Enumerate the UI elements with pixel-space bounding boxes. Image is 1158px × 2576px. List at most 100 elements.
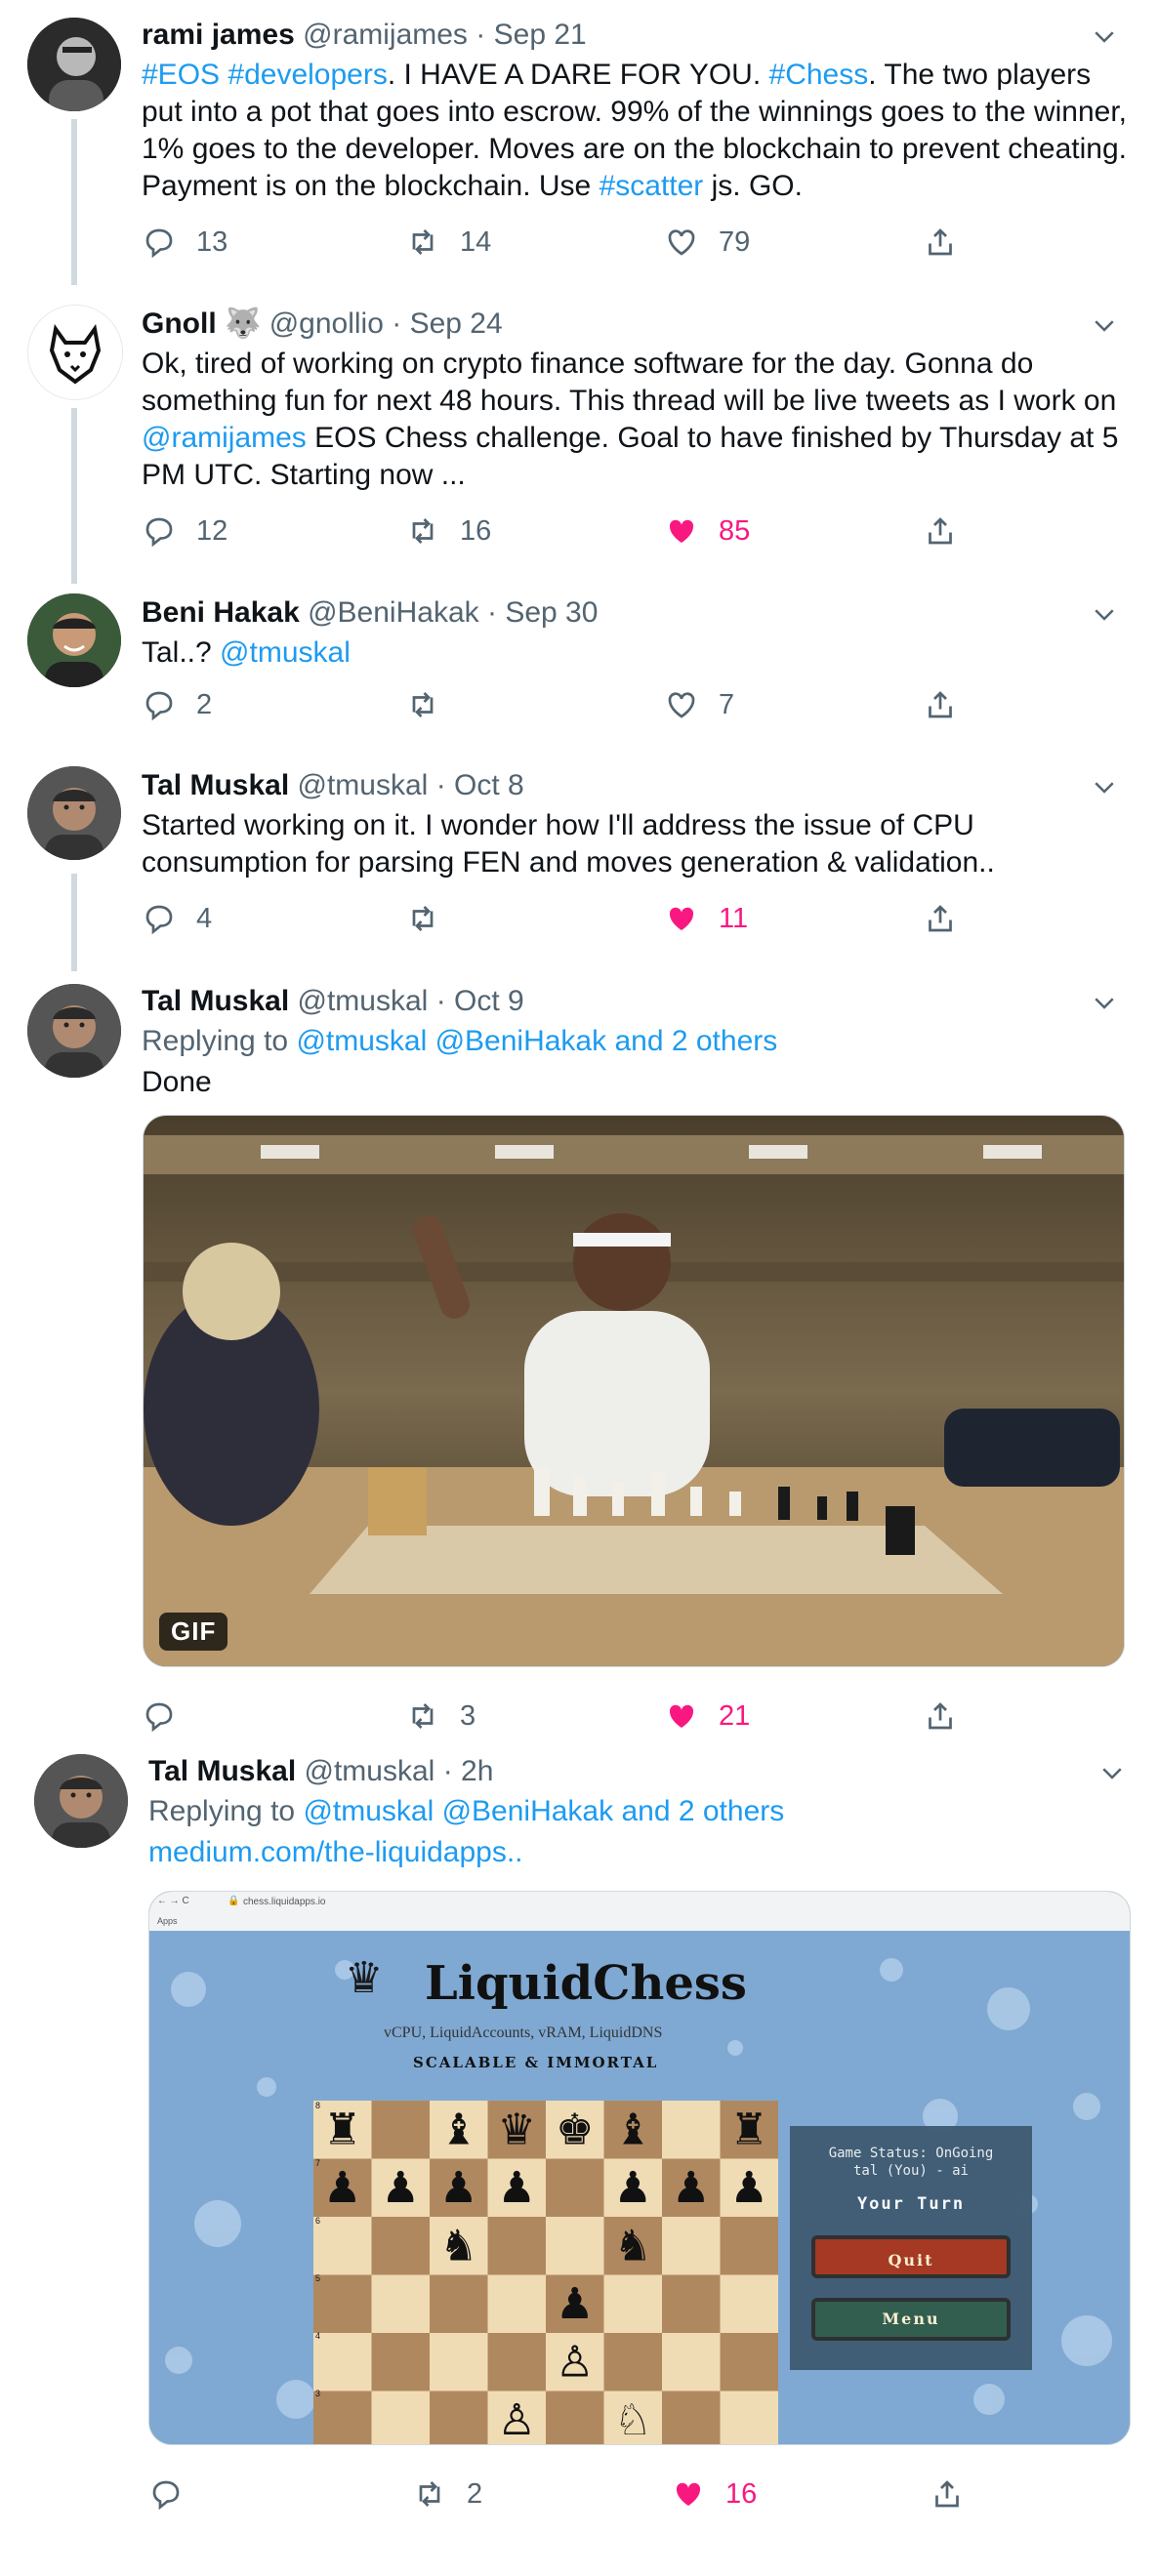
chevron-down-icon[interactable] — [1090, 988, 1119, 1017]
board-square[interactable] — [430, 2391, 488, 2445]
gif-media[interactable]: GIF — [143, 1115, 1125, 1667]
board-square[interactable] — [603, 2333, 663, 2392]
board-square[interactable] — [662, 2333, 721, 2392]
board-square[interactable] — [662, 2274, 721, 2334]
avatar[interactable] — [27, 984, 121, 1078]
board-square[interactable] — [720, 2274, 779, 2334]
share-button[interactable] — [923, 1697, 977, 1736]
chess-piece-icon[interactable]: ♘ — [614, 2395, 652, 2444]
board-square[interactable] — [371, 2217, 431, 2275]
board-square[interactable] — [313, 2333, 372, 2392]
share-button[interactable] — [923, 685, 977, 724]
author-handle[interactable]: @tmuskal — [298, 985, 429, 1017]
replying-to-link[interactable]: @tmuskal @BeniHakak and 2 others — [303, 1795, 784, 1827]
chess-piece-icon[interactable]: ♜ — [730, 2106, 768, 2155]
board-square[interactable] — [720, 2333, 779, 2392]
retweet-button[interactable]: 2 — [412, 2474, 482, 2514]
author-handle[interactable]: @BeniHakak — [308, 596, 479, 629]
avatar[interactable] — [27, 766, 121, 860]
author-handle[interactable]: @ramijames — [303, 19, 468, 51]
chess-piece-icon[interactable]: ♛ — [498, 2106, 536, 2155]
board-square[interactable] — [662, 2217, 721, 2275]
reply-button[interactable] — [142, 1697, 196, 1736]
menu-button[interactable]: Menu — [811, 2298, 1011, 2341]
chess-piece-icon[interactable]: ♟ — [672, 2163, 710, 2213]
author-name[interactable]: Beni Hakak — [142, 596, 300, 629]
board-square[interactable] — [662, 2391, 721, 2445]
reply-button[interactable]: 13 — [142, 223, 227, 262]
board-square[interactable] — [313, 2391, 372, 2445]
board-square[interactable] — [313, 2217, 372, 2275]
tweet-date[interactable]: Sep 24 — [410, 307, 503, 340]
hashtag-link[interactable]: #Chess — [769, 59, 869, 91]
board-square[interactable] — [546, 2391, 604, 2445]
reply-button[interactable]: 12 — [142, 511, 227, 551]
author-name[interactable]: Tal Muskal — [142, 769, 289, 801]
medium-link[interactable]: medium.com/the-liquidapps.. — [148, 1836, 523, 1868]
author-handle[interactable]: @tmuskal — [298, 769, 429, 801]
author-handle[interactable]: @tmuskal — [305, 1755, 435, 1787]
board-square[interactable] — [720, 2217, 779, 2275]
like-button[interactable]: 85 — [664, 511, 750, 551]
tweet-date[interactable]: Sep 30 — [505, 596, 598, 629]
chevron-down-icon[interactable] — [1097, 1758, 1127, 1787]
tweet-date[interactable]: Sep 21 — [494, 19, 587, 51]
board-square[interactable] — [371, 2101, 431, 2159]
avatar[interactable] — [27, 593, 121, 687]
chess-piece-icon[interactable]: ♟ — [498, 2163, 536, 2213]
author-name[interactable]: rami james — [142, 19, 295, 51]
hashtag-link[interactable]: #developers — [227, 59, 387, 91]
chess-piece-icon[interactable]: ♝ — [439, 2106, 477, 2155]
author-name[interactable]: Gnoll — [142, 307, 217, 340]
retweet-button[interactable] — [405, 685, 460, 724]
chevron-down-icon[interactable] — [1090, 772, 1119, 801]
mention-link[interactable]: @ramijames — [142, 422, 307, 454]
share-button[interactable] — [923, 223, 977, 262]
share-button[interactable] — [923, 899, 977, 938]
like-button[interactable]: 21 — [664, 1697, 750, 1736]
share-button[interactable] — [923, 511, 977, 551]
chess-piece-icon[interactable]: ♞ — [439, 2222, 477, 2271]
chess-piece-icon[interactable]: ♟ — [556, 2279, 594, 2329]
like-button[interactable]: 11 — [664, 899, 748, 938]
chess-piece-icon[interactable]: ♟ — [439, 2163, 477, 2213]
chess-piece-icon[interactable]: ♚ — [556, 2106, 594, 2155]
avatar[interactable] — [27, 305, 123, 400]
avatar[interactable] — [27, 18, 121, 111]
tweet-date[interactable]: Oct 9 — [454, 985, 524, 1017]
board-square[interactable] — [720, 2391, 779, 2445]
like-button[interactable]: 7 — [664, 685, 734, 724]
chevron-down-icon[interactable] — [1090, 21, 1119, 51]
board-square[interactable] — [430, 2274, 488, 2334]
avatar[interactable] — [34, 1754, 128, 1848]
hashtag-link[interactable]: #scatter — [600, 170, 704, 202]
chess-piece-icon[interactable]: ♞ — [614, 2222, 652, 2271]
retweet-button[interactable]: 3 — [405, 1697, 476, 1736]
reply-button[interactable]: 4 — [142, 899, 212, 938]
hashtag-link[interactable]: #EOS — [142, 59, 220, 91]
author-handle[interactable]: @gnollio — [269, 307, 384, 340]
chess-piece-icon[interactable]: ♟ — [382, 2163, 420, 2213]
tweet-date[interactable]: Oct 8 — [454, 769, 524, 801]
chess-piece-icon[interactable]: ♟ — [323, 2163, 361, 2213]
replying-to-link[interactable]: @tmuskal @BeniHakak and 2 others — [296, 1025, 777, 1057]
board-square[interactable] — [487, 2333, 547, 2392]
reply-button[interactable]: 2 — [142, 685, 212, 724]
author-name[interactable]: Tal Muskal — [148, 1755, 296, 1787]
board-square[interactable] — [487, 2217, 547, 2275]
board-square[interactable] — [546, 2217, 604, 2275]
retweet-button[interactable]: 16 — [405, 511, 491, 551]
board-square[interactable] — [603, 2274, 663, 2334]
mention-link[interactable]: @tmuskal — [220, 636, 351, 669]
chess-piece-icon[interactable]: ♟ — [614, 2163, 652, 2213]
board-square[interactable] — [371, 2333, 431, 2392]
board-square[interactable] — [313, 2274, 372, 2334]
liquidchess-screenshot[interactable]: ← → C 🔒 chess.liquidapps.io Apps ♛ Liqui… — [148, 1891, 1131, 2445]
board-square[interactable] — [546, 2158, 604, 2218]
retweet-button[interactable] — [405, 899, 460, 938]
chess-piece-icon[interactable]: ♜ — [323, 2106, 361, 2155]
chevron-down-icon[interactable] — [1090, 599, 1119, 629]
board-square[interactable] — [371, 2391, 431, 2445]
quit-button[interactable]: Quit — [811, 2235, 1011, 2278]
chess-board[interactable]: ♜ ♝ ♛ ♚ ♝ ♜ ♟ ♟ ♟ ♟ ♟ ♟ ♟ ♞ ♞ ♟ ♙ ♙ ♘ 8 7 6 5 4 3 — [313, 2101, 778, 2444]
